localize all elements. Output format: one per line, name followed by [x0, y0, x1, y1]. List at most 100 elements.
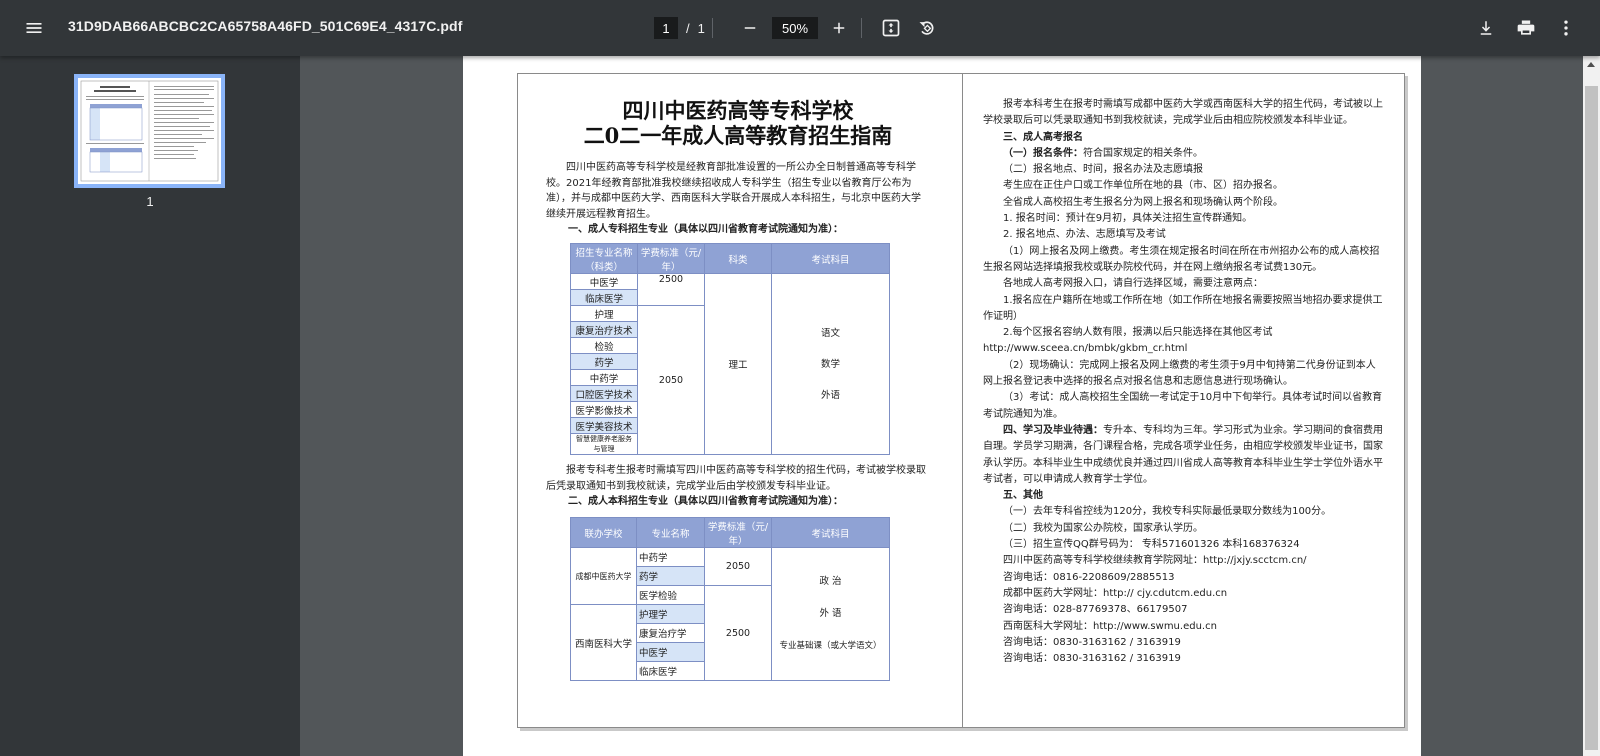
major-cell: 药学	[636, 566, 705, 586]
subject-item: 语文	[820, 327, 840, 339]
major-cell: 中药学	[636, 547, 705, 567]
scrollbar-thumb[interactable]	[1585, 86, 1598, 750]
inline-label: 四、学习及毕业待遇：	[1003, 424, 1103, 436]
thumbnail-page-number: 1	[146, 194, 154, 209]
page-thumbnail[interactable]	[74, 74, 225, 188]
inline-label: （一）报名条件：	[1003, 147, 1083, 159]
section-heading-5: 五、其他	[1003, 490, 1043, 502]
subjects-cell: 语文 数学 外语	[771, 273, 890, 455]
fit-to-page-button[interactable]	[871, 8, 911, 48]
school-cell: 成都中医药大学	[570, 547, 637, 605]
column-divider	[962, 74, 963, 727]
text-paragraph: 1.报名应在户籍所在地或工作所在地（如工作所在地报名需要按照当地招办要求提供工作…	[983, 294, 1383, 322]
table-header: 招生专业名称（科类）	[570, 243, 638, 274]
text-paragraph: 四、学习及毕业待遇：专升本、专科均为三年。学习形式为业余。学习期间的食宿费用自理…	[983, 423, 1383, 488]
table-header: 学费标准（元/年）	[637, 243, 705, 274]
major-cell: 临床医学	[636, 661, 705, 681]
associate-note: 报考专科考生报考时需填写四川中医药高等专科学校的招生代码，考试被学校录取后凭录取…	[546, 465, 926, 492]
text-line: 成都中医药大学网址：http:// cjy.cdutcm.edu.cn	[1003, 587, 1228, 599]
text-line: 咨询电话：0816-2208609/2885513	[1003, 571, 1175, 583]
text-line: （一）去年专科省控线为120分，我校专科实际最低录取分数线为100分。	[1003, 506, 1332, 518]
major-cell: 检验	[570, 337, 638, 354]
major-cell: 中药学	[570, 369, 638, 386]
bachelor-note: 报考本科考生在报考时需填写成都中医药大学或西南医科大学的招生代码，考试被以上学校…	[983, 99, 1383, 127]
menu-icon	[26, 23, 42, 33]
download-button[interactable]	[1466, 8, 1506, 48]
text-paragraph: （2）现场确认：完成网上报名及网上缴费的考生须于9月中旬持第二代身份证到本人网上…	[983, 359, 1376, 388]
fee-cell: 2050	[704, 547, 772, 586]
major-cell: 护理	[570, 305, 638, 322]
more-actions-button[interactable]	[1546, 8, 1586, 48]
table-header: 专业名称	[636, 517, 705, 548]
zoom-in-button[interactable]	[819, 8, 859, 48]
zoom-in-icon	[833, 22, 845, 34]
fee-cell: 2500	[637, 273, 705, 306]
major-cell: 康复治疗技术	[570, 321, 638, 338]
vertical-scrollbar[interactable]	[1583, 56, 1600, 756]
inline-text: 符合国家规定的相关条件。	[1083, 147, 1203, 159]
url-line: http://www.sceea.cn/bmbk/gkbm_cr.html	[983, 343, 1188, 355]
more-vert-icon	[1564, 20, 1568, 36]
section-heading-2: 二、成人本科招生专业（具体以四川省教育考试院通知为准）：	[568, 496, 843, 507]
rotate-button[interactable]	[907, 8, 947, 48]
table-header: 科类	[704, 243, 772, 274]
print-button[interactable]	[1506, 8, 1546, 48]
page-frame: 四川中医药高等专科学校 二0二一年成人高等教育招生指南 四川中医药高等专科学校是…	[517, 73, 1405, 728]
major-cell: 临床医学	[570, 289, 638, 306]
page-selector: / 1	[654, 17, 705, 39]
bachelor-majors-table: 联办学校 专业名称 学费标准（元/年） 考试科目 成都中医药大学 中药学 205…	[570, 517, 890, 681]
text-line: 各地成人高考网报入口，请自行选择区域，需要注意两点：	[1003, 278, 1263, 290]
text-line: （二）我校为国家公办院校，国家承认学历。	[1003, 522, 1203, 534]
subject-item: 政 治	[819, 576, 842, 587]
doc-title-line2: 二0二一年成人高等教育招生指南	[583, 123, 893, 148]
left-column: 四川中医药高等专科学校 二0二一年成人高等教育招生指南 四川中医药高等专科学校是…	[546, 98, 930, 681]
text-line: 咨询电话：028-87769378、66179507	[1003, 604, 1188, 616]
zoom-out-icon	[744, 27, 756, 29]
major-cell: 智慧健康养老服务与管理	[570, 433, 638, 455]
table-header: 考试科目	[771, 517, 890, 548]
total-pages: 1	[697, 20, 705, 36]
section-heading-1: 一、成人专科招生专业（具体以四川省教育考试院通知为准）：	[568, 224, 843, 235]
menu-button[interactable]	[14, 8, 54, 48]
subjects-cell: 政 治 外 语 专业基础课（或大学语文）	[771, 547, 890, 681]
download-icon	[1480, 21, 1492, 35]
document-viewer: 四川中医药高等专科学校 二0二一年成人高等教育招生指南 四川中医药高等专科学校是…	[300, 56, 1583, 756]
pdf-page: 四川中医药高等专科学校 二0二一年成人高等教育招生指南 四川中医药高等专科学校是…	[463, 56, 1421, 756]
major-cell: 中医学	[570, 273, 638, 290]
print-icon	[1517, 20, 1535, 35]
major-cell: 医学美容技术	[570, 417, 638, 434]
text-line: 西南医科大学网址：http://www.swmu.edu.cn	[1003, 620, 1217, 632]
major-cell: 康复治疗学	[636, 623, 705, 643]
fee-cell: 2050	[637, 305, 705, 455]
text-line: 四川中医药高等专科学校继续教育学院网址：http://jxjy.scctcm.c…	[1003, 555, 1307, 567]
text-line: 咨询电话：0830-3163162 / 3163919	[1003, 653, 1181, 665]
toolbar-divider	[861, 18, 862, 38]
rotate-icon	[919, 21, 934, 35]
text-line: 考生应在正住户口或工作单位所在地的县（市、区）招办报名。	[1003, 180, 1283, 192]
page-separator: /	[686, 20, 690, 36]
fee-cell: 2500	[704, 585, 772, 681]
major-cell: 医学检验	[636, 585, 705, 605]
major-cell: 口腔医学技术	[570, 385, 638, 402]
table-header: 联办学校	[570, 517, 637, 548]
right-column: 报考本科考生在报考时需填写成都中医药大学或西南医科大学的招生代码，考试被以上学校…	[983, 97, 1383, 667]
page-number-input[interactable]	[654, 17, 678, 39]
school-cell: 西南医科大学	[570, 604, 637, 681]
text-paragraph: （1）网上报名及网上缴费。考生须在规定报名时间在所在市州招办公布的成人高校招生报…	[983, 245, 1380, 273]
associate-majors-table: 招生专业名称（科类） 学费标准（元/年） 科类 考试科目 中医学 2500 理工…	[570, 243, 890, 455]
toolbar-divider	[712, 18, 713, 38]
text-line: （三）招生宣传QQ群号码为： 专科571601326 本科168376324	[1003, 539, 1300, 551]
subject-item: 外语	[820, 389, 840, 401]
text-paragraph: （3）考试：成人高校招生全国统一考试定于10月中下旬举行。具体考试时间以省教育考…	[983, 392, 1383, 420]
intro-paragraph: 四川中医药高等专科学校是经教育部批准设置的一所公办全日制普通高等专科学校。202…	[546, 162, 921, 220]
category-cell: 理工	[704, 273, 772, 455]
zoom-out-button[interactable]	[730, 8, 770, 48]
table-header: 考试科目	[771, 243, 890, 274]
zoom-input[interactable]	[772, 17, 818, 39]
section-heading-3: 三、成人高考报名	[1003, 131, 1083, 143]
pdf-toolbar: 31D9DAB66ABCBC2CA65758A46FD_501C69E4_431…	[0, 0, 1600, 56]
text-line: 全省成人高校招生考生报名分为网上报名和现场确认两个阶段。	[1003, 196, 1283, 208]
major-cell: 中医学	[636, 642, 705, 662]
scroll-up-arrow-icon[interactable]	[1587, 62, 1595, 67]
subject-item: 专业基础课（或大学语文）	[779, 641, 882, 651]
